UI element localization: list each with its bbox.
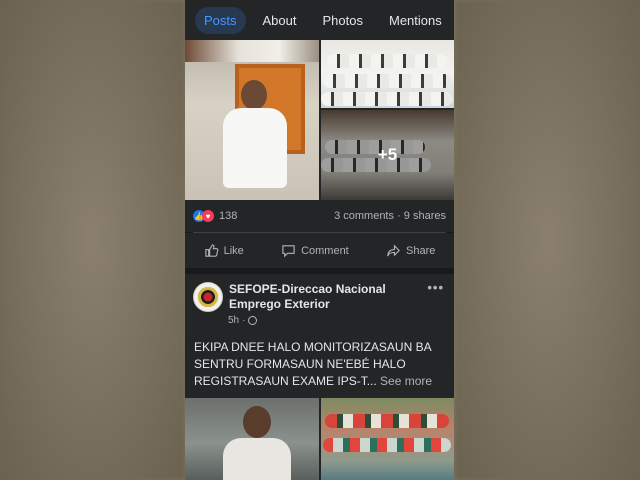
photo-person-shirt <box>223 108 287 188</box>
comment-label: Comment <box>301 244 349 257</box>
thumbs-up-icon <box>204 244 219 257</box>
share-icon <box>387 244 400 257</box>
comment-icon <box>282 245 295 258</box>
photo-person-head <box>243 406 271 438</box>
post-header: SEFOPE-Direccao Nacional Emprego Exterio… <box>185 274 454 312</box>
engagement-stats: 3 comments · 9 shares <box>334 210 446 222</box>
blurred-backdrop-right <box>455 0 640 480</box>
photo-crowd-row <box>323 74 451 88</box>
page-name[interactable]: SEFOPE-Direccao Nacional Emprego Exterio… <box>229 282 414 312</box>
like-button[interactable]: Like <box>204 243 244 258</box>
tab-about[interactable]: About <box>254 7 306 34</box>
photo-person-head <box>241 80 267 110</box>
photo-teacher[interactable] <box>185 398 319 480</box>
share-button[interactable]: Share <box>386 243 435 258</box>
tab-mentions[interactable]: Mentions <box>380 7 451 34</box>
globe-icon <box>248 316 258 325</box>
share-label: Share <box>406 244 436 257</box>
reaction-icons[interactable]: 👍 ♥ 138 <box>193 210 237 222</box>
tab-photos[interactable]: Photos <box>314 7 372 34</box>
post-photo-grid-2 <box>185 398 454 480</box>
photo-crowd-row <box>327 54 447 68</box>
post-actions: Like Comment Share <box>185 233 454 268</box>
more-photos-count: +5 <box>377 145 398 164</box>
comments-count[interactable]: 3 comments <box>334 210 394 222</box>
photo-classroom-2[interactable]: +5 <box>321 110 454 200</box>
reactions-bar: 👍 ♥ 138 3 comments · 9 shares <box>185 200 454 232</box>
meta-dot: · <box>242 315 246 326</box>
phone-screen: Posts About Photos Mentions +5 👍 ♥ 138 3… <box>185 0 454 480</box>
post-text: EKIPA DNEE HALO MONITORIZASAUN BA SENTRU… <box>185 326 454 390</box>
see-more-link[interactable]: See more <box>380 374 432 388</box>
more-icon[interactable]: ••• <box>427 280 444 295</box>
photo-classroom-1[interactable] <box>321 40 454 108</box>
photo-group[interactable] <box>321 398 454 480</box>
post-card: SEFOPE-Direccao Nacional Emprego Exterio… <box>185 274 454 480</box>
photo-crowd-row <box>323 438 451 452</box>
shares-count[interactable]: 9 shares <box>404 210 446 222</box>
photo-person <box>213 70 293 200</box>
blurred-backdrop-left <box>0 0 185 480</box>
avatar[interactable] <box>193 282 223 312</box>
post-photo-grid: +5 <box>185 40 454 200</box>
comment-button[interactable]: Comment <box>281 243 349 258</box>
stats-separator: · <box>397 210 404 222</box>
photo-crowd-row <box>321 92 453 106</box>
like-label: Like <box>223 244 244 257</box>
seal-logo <box>198 287 218 307</box>
love-reaction-icon: ♥ <box>202 210 214 222</box>
more-photos-overlay[interactable]: +5 <box>321 110 454 200</box>
profile-tabs: Posts About Photos Mentions <box>185 0 454 40</box>
tab-posts[interactable]: Posts <box>195 6 246 34</box>
post-meta: 5h · <box>185 315 454 326</box>
post-time[interactable]: 5h <box>228 315 239 326</box>
photo-top-strip <box>185 40 319 62</box>
photo-speaker[interactable] <box>185 40 319 200</box>
reaction-count: 138 <box>219 210 238 222</box>
photo-person-shirt <box>223 438 291 480</box>
photo-crowd-row <box>325 414 449 428</box>
